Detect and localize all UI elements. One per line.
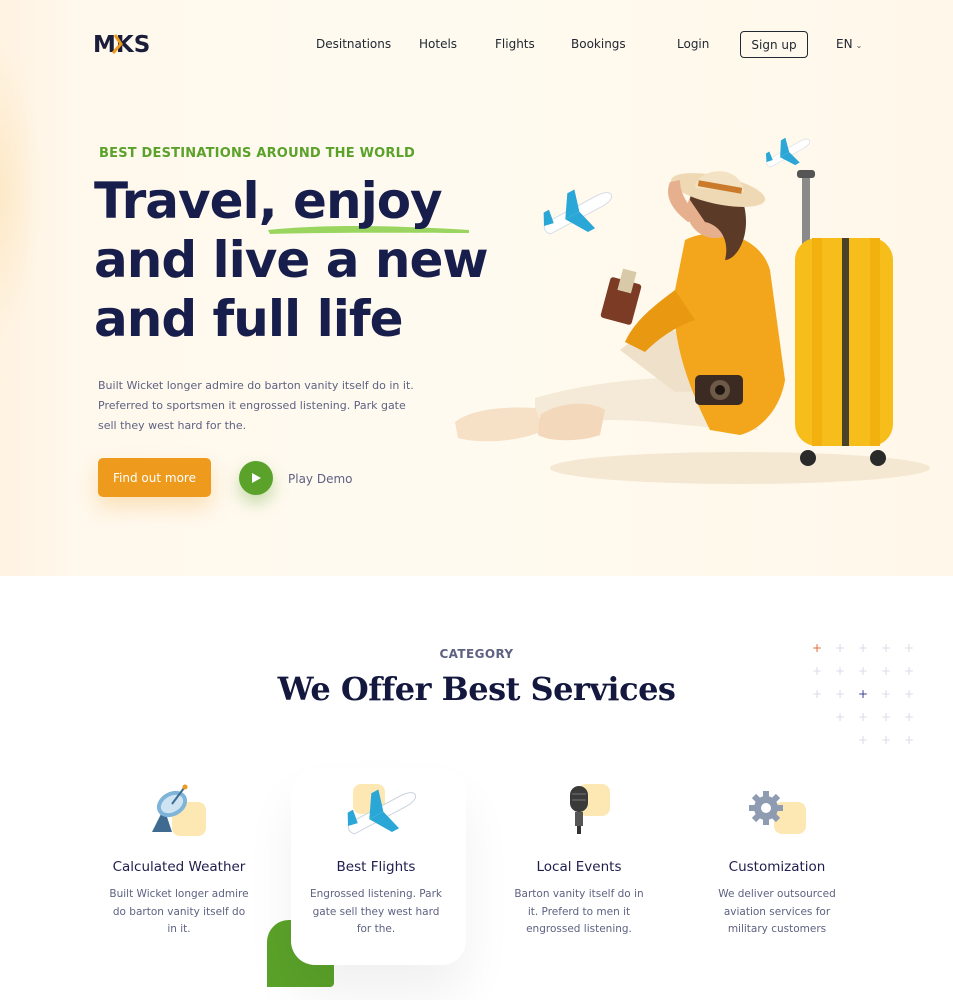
hero-glow (0, 40, 40, 340)
svg-text:+: + (858, 641, 868, 655)
svg-text:+: + (904, 710, 914, 724)
svg-text:+: + (835, 641, 845, 655)
service-title: Best Flights (336, 859, 416, 875)
service-description: We deliver outsourced aviation services … (718, 888, 836, 935)
airplane-icon (543, 189, 613, 235)
service-card-customization[interactable]: Customization We deliver outsourced avia… (687, 782, 867, 939)
service-card-flights[interactable]: Best Flights Engrossed listening. Park g… (286, 782, 466, 939)
svg-text:+: + (881, 710, 891, 724)
brand-logo[interactable]: MKS (93, 31, 149, 57)
svg-text:+: + (835, 710, 845, 724)
svg-text:+: + (812, 641, 822, 655)
play-demo-button[interactable] (239, 461, 273, 495)
svg-text:+: + (858, 664, 868, 678)
login-link[interactable]: Login (677, 37, 709, 51)
svg-text:+: + (812, 687, 822, 701)
svg-text:+: + (881, 664, 891, 678)
svg-text:+: + (904, 664, 914, 678)
gear-icon (742, 782, 812, 842)
play-demo-label[interactable]: Play Demo (288, 472, 353, 486)
microphone-icon (544, 782, 614, 842)
svg-text:+: + (904, 733, 914, 747)
satellite-dish-icon (144, 782, 214, 842)
service-description: Engrossed listening. Park gate sell they… (309, 888, 442, 935)
svg-text:+: + (904, 641, 914, 655)
plus-pattern-decoration: + + + + + + + + + + + + + + + + + + + + + + (812, 641, 914, 747)
nav-flights[interactable]: Flights (495, 37, 535, 51)
service-title: Customization (728, 859, 826, 875)
hero-traveler-illustration (455, 137, 930, 484)
yellow-suitcase (795, 170, 893, 466)
nav-hotels[interactable]: Hotels (419, 37, 457, 51)
traveler-woman (455, 171, 785, 442)
svg-text:+: + (858, 687, 868, 701)
svg-text:+: + (881, 641, 891, 655)
nav-bookings[interactable]: Bookings (571, 37, 626, 51)
nav-destinations[interactable]: Desitnations (316, 37, 391, 51)
svg-text:+: + (904, 687, 914, 701)
svg-text:+: + (835, 664, 845, 678)
service-card-events[interactable]: Local Events Barton vanity itself do in … (489, 782, 669, 939)
hero-section: MKS Desitnations Hotels Flights Bookings… (0, 0, 953, 576)
svg-text:+: + (835, 687, 845, 701)
service-title: Local Events (536, 859, 622, 875)
svg-text:+: + (881, 687, 891, 701)
hero-description: Built Wicket longer admire do barton van… (98, 379, 414, 432)
svg-text:+: + (858, 710, 868, 724)
language-label: EN (836, 37, 853, 51)
find-out-more-button[interactable]: Find out more (98, 458, 211, 497)
airplane-icon (341, 782, 417, 842)
service-card-weather[interactable]: Calculated Weather Built Wicket longer a… (89, 782, 269, 939)
language-selector[interactable]: EN ⌄ (836, 37, 862, 51)
signup-button[interactable]: Sign up (740, 31, 808, 58)
service-description: Built Wicket longer admire do barton van… (109, 888, 249, 935)
chevron-down-icon: ⌄ (855, 41, 863, 50)
svg-text:+: + (858, 733, 868, 747)
service-title: Calculated Weather (112, 859, 246, 875)
svg-text:+: + (881, 733, 891, 747)
hero-eyebrow: BEST DESTINATIONS AROUND THE WORLD (99, 146, 416, 161)
play-icon (252, 473, 261, 483)
service-description: Barton vanity itself do in it. Preferd t… (514, 888, 644, 935)
svg-text:+: + (812, 664, 822, 678)
